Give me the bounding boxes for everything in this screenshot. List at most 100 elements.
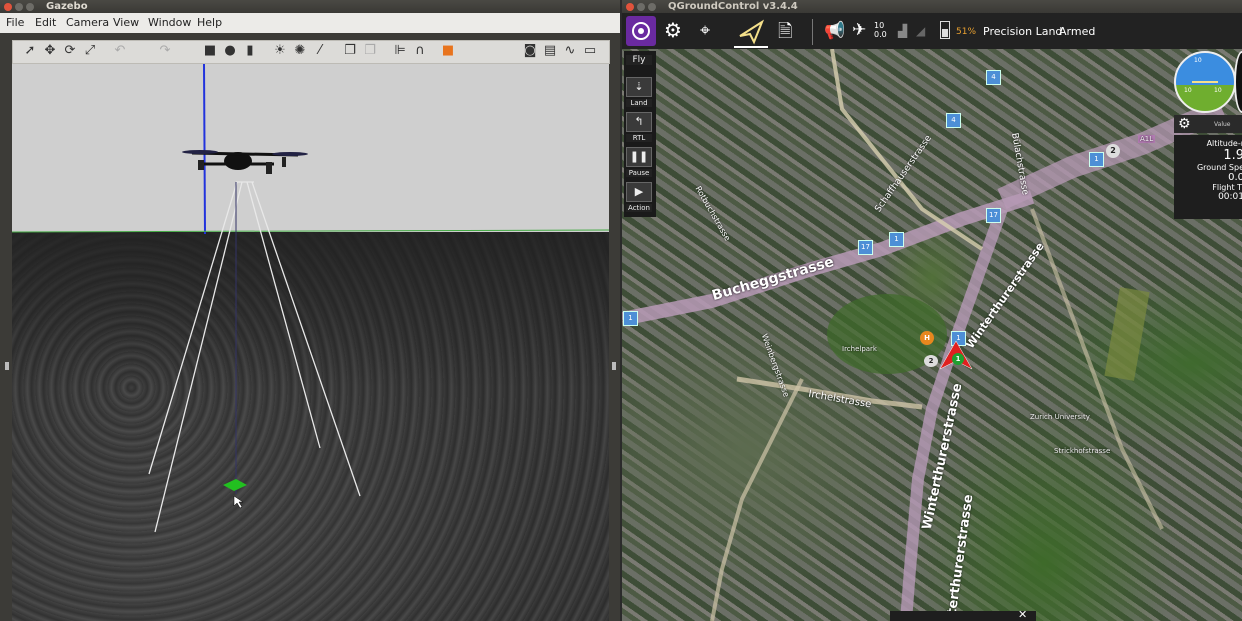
gps-readout: 10 0.0 bbox=[874, 21, 887, 39]
close-popup-icon[interactable]: ✕ bbox=[1018, 608, 1027, 621]
change-view-icon[interactable]: ■ bbox=[441, 44, 455, 58]
menu-view[interactable]: View bbox=[113, 16, 139, 29]
settings-gear-icon[interactable]: ⚙ bbox=[664, 19, 682, 41]
undo-icon[interactable]: ↶ bbox=[113, 44, 127, 58]
menu-help[interactable]: Help bbox=[197, 16, 222, 29]
bottom-popup: ✕ bbox=[890, 608, 1036, 621]
land-label: Land bbox=[626, 99, 652, 107]
right-panel-handle[interactable] bbox=[612, 362, 616, 370]
plot-icon[interactable]: ∿ bbox=[563, 44, 577, 58]
mission-item-marker[interactable]: 2 bbox=[1106, 144, 1120, 158]
translate-mode-icon[interactable]: ✥ bbox=[43, 44, 57, 58]
waypoint-marker[interactable]: 4 bbox=[946, 113, 961, 128]
left-panel-handle[interactable] bbox=[5, 362, 9, 370]
cylinder-shape-icon[interactable]: ▮ bbox=[243, 44, 257, 58]
ground-speed-value: 0.0 bbox=[1228, 172, 1242, 183]
screenshot-icon[interactable]: ◙ bbox=[523, 44, 537, 58]
align-icon[interactable]: ⊫ bbox=[393, 44, 407, 58]
paste-icon[interactable]: ❐ bbox=[363, 44, 377, 58]
gazebo-titlebar: Gazebo bbox=[0, 0, 620, 13]
plan-view-icon[interactable]: ⌖ bbox=[700, 20, 710, 41]
analyze-view-icon[interactable]: 🗎 bbox=[778, 19, 792, 49]
attitude-scale-top: 10 bbox=[1194, 57, 1202, 64]
drone-model bbox=[182, 150, 308, 174]
pause-button[interactable]: ❚❚ bbox=[626, 147, 652, 167]
menu-bar: File Edit Camera View Window Help bbox=[0, 13, 620, 33]
menu-file[interactable]: File bbox=[6, 16, 24, 29]
menu-camera[interactable]: Camera bbox=[66, 16, 109, 29]
maximize-window-button[interactable] bbox=[26, 3, 34, 11]
snap-icon[interactable]: ∩ bbox=[413, 44, 427, 58]
map-view[interactable]: Fly ⇣ Land ↰ RTL ❚❚ Pause ▶ Action Buche… bbox=[622, 49, 1242, 621]
gazebo-toolbar: ➚ ✥ ⟳ ⤢ ↶ ↷ ■ ● ▮ ☀ ✺ ⁄ ❐ ❐ ⊫ ∩ ■ ◙ ▤ ∿ … bbox=[12, 40, 610, 64]
fly-view-icon[interactable] bbox=[734, 16, 768, 48]
values-settings-gear-icon[interactable]: ⚙ bbox=[1178, 116, 1191, 132]
waypoint-marker[interactable]: 1 bbox=[623, 311, 638, 326]
maximize-window-button[interactable] bbox=[648, 3, 656, 11]
menu-window[interactable]: Window bbox=[148, 16, 191, 29]
waypoint-marker[interactable]: 17 bbox=[986, 208, 1001, 223]
map-label-zurich-university: Zurich University bbox=[1030, 413, 1090, 421]
flight-mode-label[interactable]: Precision Land bbox=[983, 25, 1062, 38]
gps-hdop: 0.0 bbox=[874, 30, 887, 39]
gazebo-window: Gazebo File Edit Camera View Window Help… bbox=[0, 0, 620, 621]
copy-icon[interactable]: ❐ bbox=[343, 44, 357, 58]
waypoint-marker[interactable]: 17 bbox=[858, 240, 873, 255]
log-icon[interactable]: ▤ bbox=[543, 44, 557, 58]
values-panel-header: ⚙ Value bbox=[1174, 115, 1242, 133]
gps-satellite-icon[interactable]: ✈ bbox=[852, 20, 866, 40]
battery-percent: 51% bbox=[956, 27, 977, 37]
scale-mode-icon[interactable]: ⤢ bbox=[83, 44, 97, 58]
qgc-titlebar: QGroundControl v3.4.4 bbox=[622, 0, 1242, 13]
altitude-value: 1.9 bbox=[1223, 148, 1242, 163]
qgc-toolbar: ⚙ ⌖ 🗎 📢 ✈ 10 0.0 ▟ ◢ 51% Precision Land … bbox=[622, 13, 1242, 49]
waypoint-marker[interactable]: 4 bbox=[986, 70, 1001, 85]
altitude-label: Altitude-r bbox=[1206, 139, 1242, 148]
close-window-button[interactable] bbox=[626, 3, 634, 11]
attitude-indicator: 10 10 10 bbox=[1174, 51, 1236, 113]
qgc-logo-icon[interactable] bbox=[626, 16, 656, 46]
window-title: QGroundControl v3.4.4 bbox=[668, 1, 798, 12]
rotate-mode-icon[interactable]: ⟳ bbox=[63, 44, 77, 58]
waypoint-marker[interactable]: 1 bbox=[1089, 152, 1104, 167]
attitude-scale-left: 10 bbox=[1184, 87, 1192, 94]
action-label: Action bbox=[626, 204, 652, 212]
gps-count: 10 bbox=[874, 21, 885, 30]
camera-frustum-line bbox=[154, 181, 243, 533]
mouse-cursor-icon bbox=[233, 495, 244, 509]
scene-overlay bbox=[12, 64, 609, 533]
redo-icon[interactable]: ↷ bbox=[158, 44, 172, 58]
action-button[interactable]: ▶ bbox=[626, 182, 652, 202]
map-label-a1l: A1L bbox=[1138, 135, 1156, 143]
home-position-marker[interactable]: H bbox=[920, 331, 934, 345]
fly-tool-label[interactable]: Fly bbox=[626, 55, 652, 65]
attitude-scale-right: 10 bbox=[1214, 87, 1222, 94]
z-axis-line bbox=[203, 64, 206, 235]
select-mode-icon[interactable]: ➚ bbox=[23, 44, 37, 58]
close-window-button[interactable] bbox=[4, 3, 12, 11]
vehicle-marker[interactable]: 1 bbox=[952, 353, 964, 365]
horizon-line bbox=[12, 229, 609, 233]
box-shape-icon[interactable]: ■ bbox=[203, 44, 217, 58]
directional-light-icon[interactable]: ⁄ bbox=[313, 44, 327, 58]
waypoint-marker[interactable]: 1 bbox=[889, 232, 904, 247]
messages-megaphone-icon[interactable]: 📢 bbox=[824, 21, 845, 41]
values-header-label: Value bbox=[1214, 121, 1231, 128]
armed-status-label[interactable]: Armed bbox=[1059, 25, 1095, 38]
menu-edit[interactable]: Edit bbox=[35, 16, 56, 29]
rc-signal-icon[interactable]: ▟ bbox=[898, 24, 907, 38]
video-record-icon[interactable]: ▭ bbox=[583, 44, 597, 58]
battery-icon[interactable] bbox=[940, 21, 950, 39]
minimize-window-button[interactable] bbox=[15, 3, 23, 11]
point-light-icon[interactable]: ☀ bbox=[273, 44, 287, 58]
sphere-shape-icon[interactable]: ● bbox=[223, 44, 237, 58]
attitude-crosshair bbox=[1192, 81, 1218, 83]
land-button[interactable]: ⇣ bbox=[626, 77, 652, 97]
rtl-button[interactable]: ↰ bbox=[626, 112, 652, 132]
camera-frustum-line bbox=[148, 181, 238, 475]
telemetry-signal-icon[interactable]: ◢ bbox=[916, 24, 925, 38]
3d-viewport[interactable] bbox=[12, 64, 609, 621]
minimize-window-button[interactable] bbox=[637, 3, 645, 11]
landing-target-marker bbox=[223, 479, 247, 491]
spot-light-icon[interactable]: ✺ bbox=[293, 44, 307, 58]
